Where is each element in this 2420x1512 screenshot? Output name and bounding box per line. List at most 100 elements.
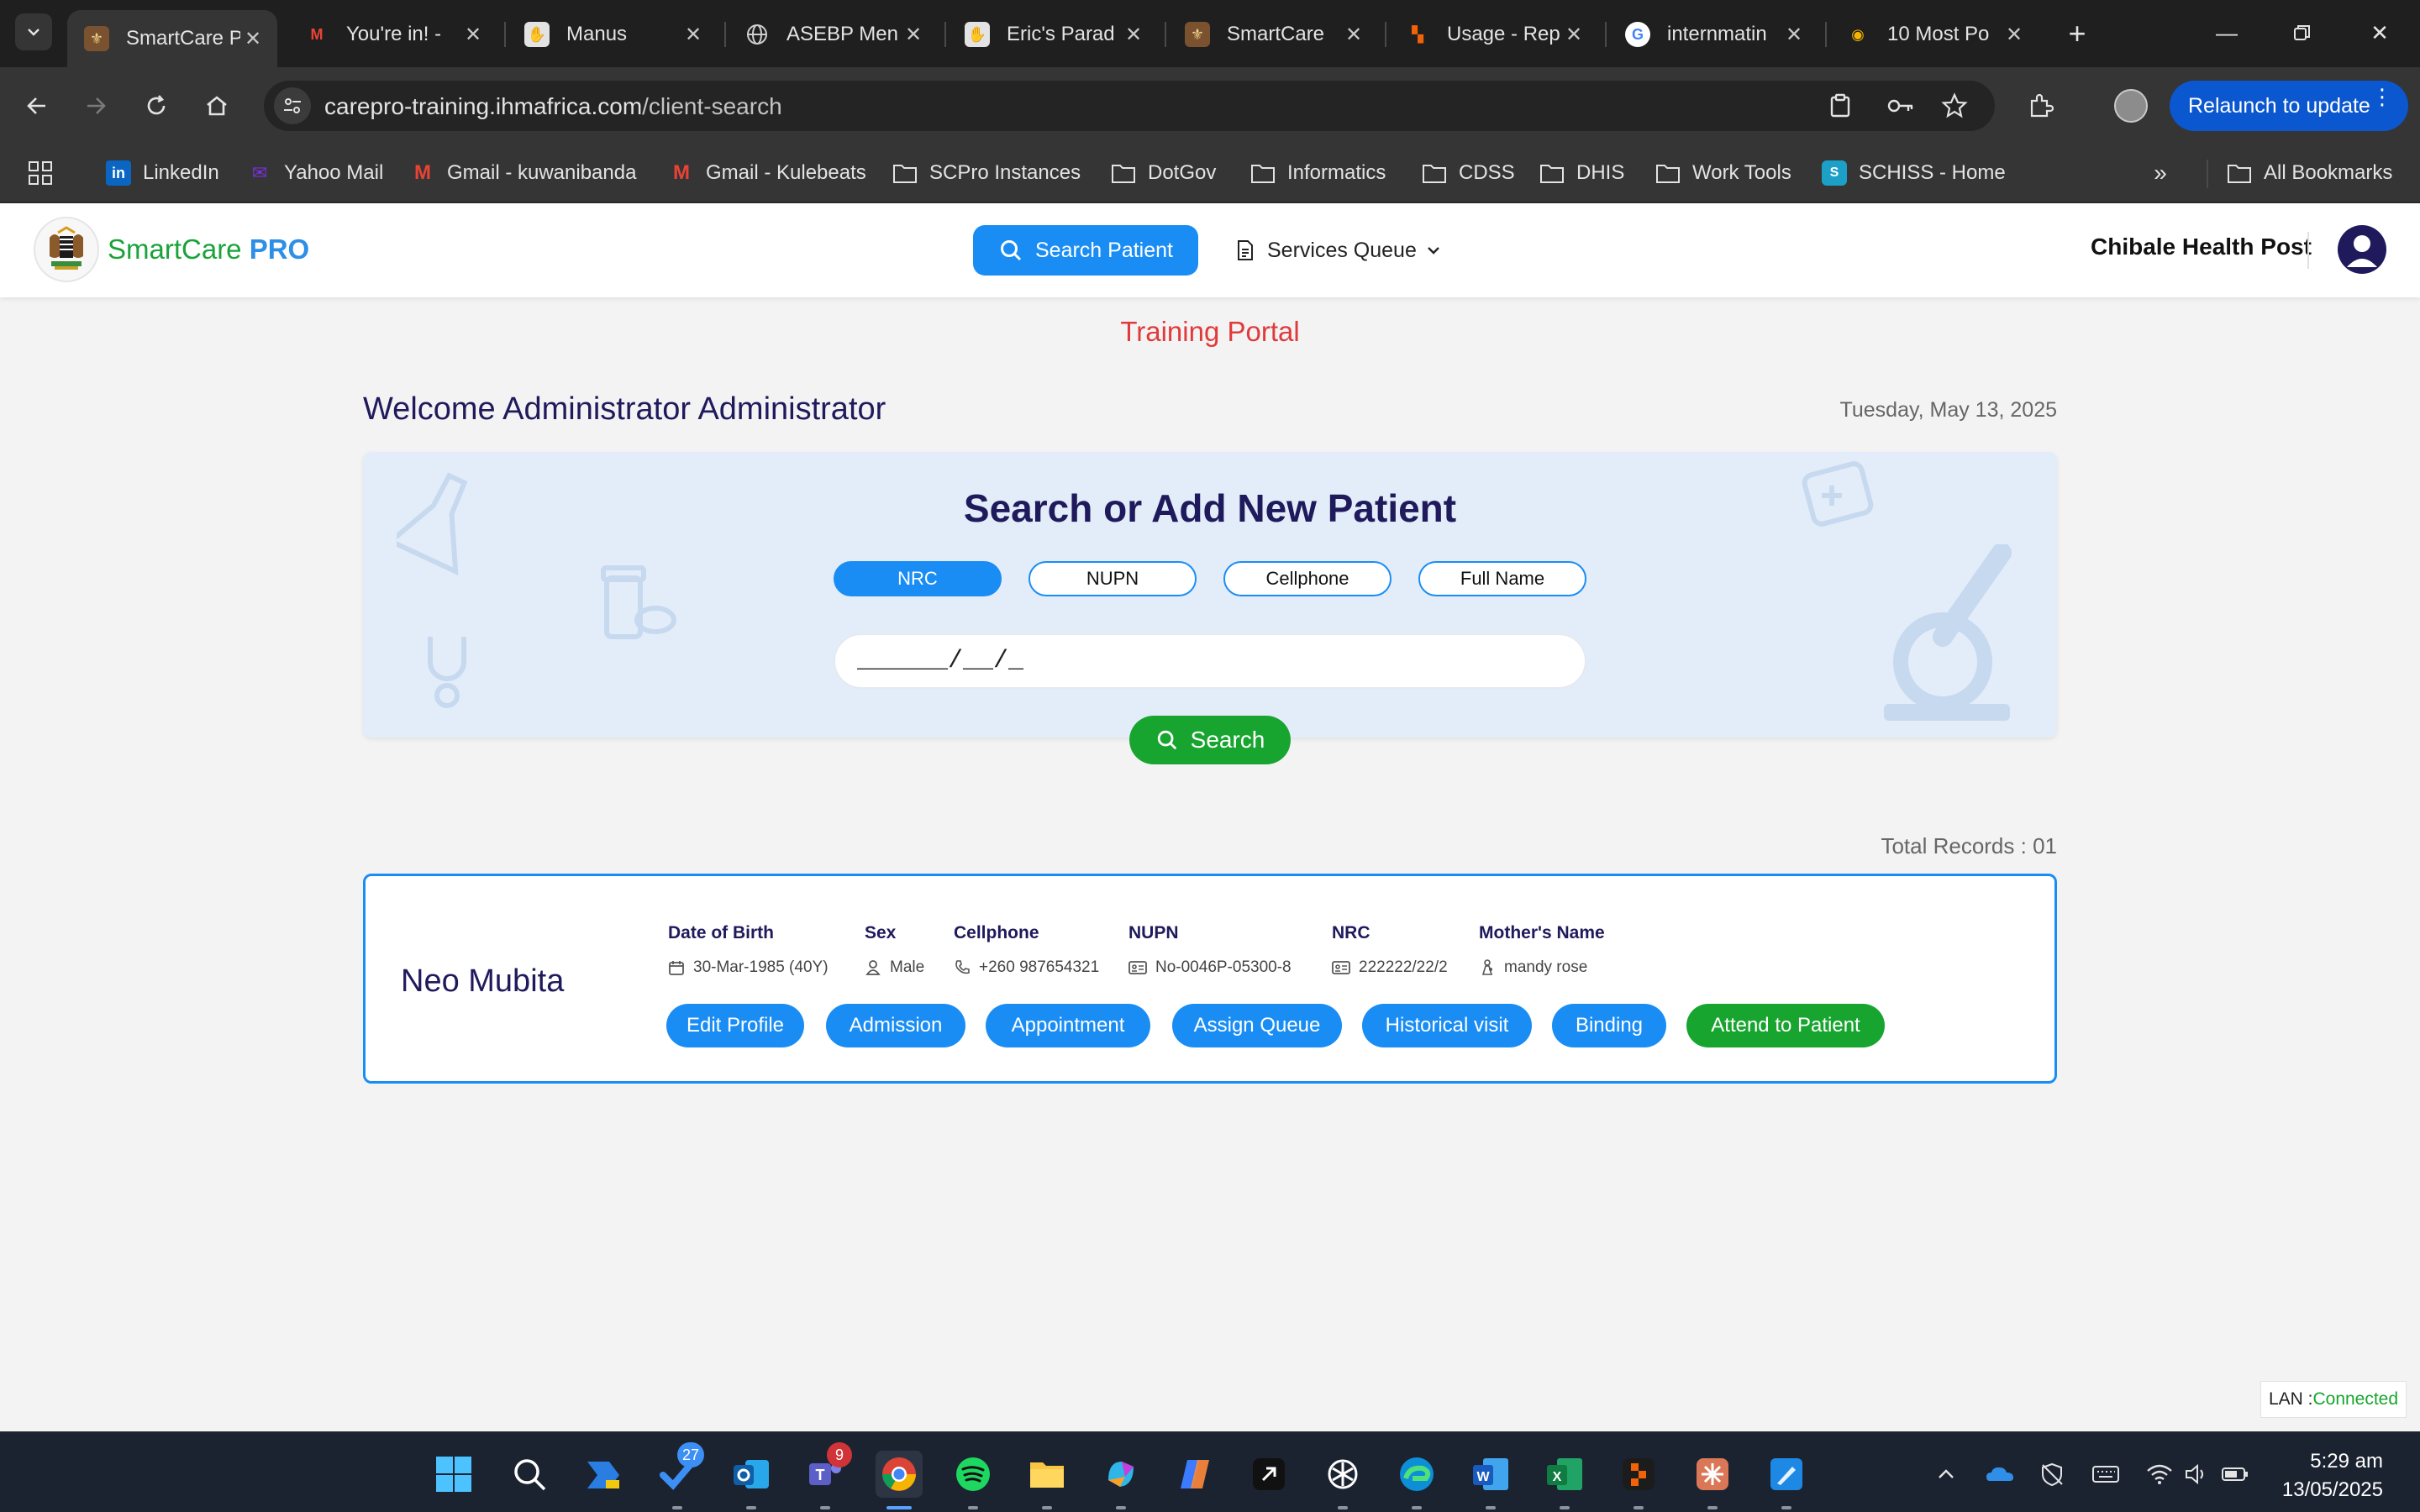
bookmark-yahoo-mail[interactable]: ✉ Yahoo Mail <box>247 156 384 190</box>
new-tab-button[interactable]: + <box>2060 16 2094 50</box>
user-avatar[interactable] <box>2338 225 2386 274</box>
tab-smartcare[interactable]: ⚜ SmartCare ✕ <box>1168 10 1378 59</box>
extensions-button[interactable] <box>2020 86 2060 126</box>
keyboard-icon[interactable] <box>2091 1459 2121 1489</box>
onedrive-icon[interactable] <box>1985 1459 2015 1489</box>
taskbar-file-explorer[interactable] <box>1023 1451 1071 1498</box>
profile-avatar-button[interactable] <box>2111 86 2151 126</box>
search-button[interactable]: Search <box>1129 716 1291 764</box>
bookmark-gmail-kulebeats[interactable]: M Gmail - Kulebeats <box>669 156 866 190</box>
pill-bottle-icon <box>601 565 676 639</box>
taskbar-m365[interactable] <box>1097 1451 1144 1498</box>
close-tab-icon[interactable]: ✕ <box>681 22 706 47</box>
site-info-icon[interactable] <box>274 87 311 124</box>
folder-icon <box>1111 160 1136 186</box>
tab-search-button[interactable] <box>15 13 52 50</box>
tab-erics-parad[interactable]: ✋ Eric's Parad ✕ <box>948 10 1158 59</box>
bookmark-gmail-kuwanibanda[interactable]: M Gmail - kuwanibanda <box>410 156 636 190</box>
minimize-button[interactable]: — <box>2202 13 2252 52</box>
zambia-coat-of-arms-logo[interactable] <box>34 217 99 282</box>
taskbar-word[interactable]: W <box>1467 1451 1514 1498</box>
taskbar-cursor-app[interactable] <box>1245 1451 1292 1498</box>
system-clock[interactable]: 5:29 am 13/05/2025 <box>2282 1447 2383 1504</box>
start-button[interactable] <box>430 1451 477 1498</box>
tab-google[interactable]: G internmatin ✕ <box>1608 10 1818 59</box>
taskbar-power-automate[interactable] <box>580 1451 627 1498</box>
taskbar-claude[interactable] <box>1689 1451 1736 1498</box>
wifi-icon[interactable] <box>2144 1459 2175 1489</box>
search-patient-nav-button[interactable]: Search Patient <box>973 225 1198 276</box>
security-shield-icon[interactable] <box>2037 1459 2067 1489</box>
close-tab-icon[interactable]: ✕ <box>1341 22 1366 47</box>
taskbar-search-button[interactable] <box>506 1451 553 1498</box>
taskbar-chrome[interactable] <box>876 1451 923 1498</box>
appointment-button[interactable]: Appointment <box>986 1004 1150 1047</box>
tab-usage-replit[interactable]: ▚ Usage - Rep ✕ <box>1388 10 1598 59</box>
nrc-search-input[interactable] <box>834 633 1586 689</box>
filter-cellphone-tab[interactable]: Cellphone <box>1223 561 1392 596</box>
attend-to-patient-button[interactable]: Attend to Patient <box>1686 1004 1885 1047</box>
close-window-button[interactable]: ✕ <box>2354 13 2405 52</box>
close-tab-icon[interactable]: ✕ <box>1561 22 1586 47</box>
close-tab-icon[interactable]: ✕ <box>1121 22 1146 47</box>
assign-queue-button[interactable]: Assign Queue <box>1172 1004 1342 1047</box>
bookmark-schiss-home[interactable]: S SCHISS - Home <box>1822 156 2006 190</box>
taskbar-copilot[interactable] <box>1171 1451 1218 1498</box>
filter-nrc-tab[interactable]: NRC <box>834 561 1002 596</box>
bookmark-star-icon[interactable] <box>1939 91 1970 121</box>
close-tab-icon[interactable]: ✕ <box>460 22 486 47</box>
home-button[interactable] <box>197 86 237 126</box>
total-records-count: Total Records : 01 <box>1881 833 2057 858</box>
close-tab-icon[interactable]: ✕ <box>1781 22 1807 47</box>
bookmark-work-tools[interactable]: Work Tools <box>1655 156 1791 190</box>
taskbar-chatgpt[interactable] <box>1319 1451 1366 1498</box>
address-bar[interactable]: carepro-training.ihmafrica.com/client-se… <box>264 81 1995 131</box>
bookmarks-bar: in LinkedIn ✉ Yahoo Mail M Gmail - kuwaniba… <box>0 144 2420 203</box>
show-hidden-icons-button[interactable] <box>1931 1459 1961 1489</box>
taskbar-excel[interactable]: X <box>1541 1451 1588 1498</box>
linkedin-icon: in <box>106 160 131 186</box>
historical-visit-button[interactable]: Historical visit <box>1362 1004 1532 1047</box>
bookmark-dotgov[interactable]: DotGov <box>1111 156 1216 190</box>
kebab-menu-icon[interactable]: ⋮ <box>2371 86 2393 108</box>
admission-button[interactable]: Admission <box>826 1004 965 1047</box>
tab-asebp[interactable]: ASEBP Men ✕ <box>728 10 938 59</box>
filter-nupn-tab[interactable]: NUPN <box>1028 561 1197 596</box>
bookmark-linkedin[interactable]: in LinkedIn <box>106 156 219 190</box>
bookmark-cdss[interactable]: CDSS <box>1422 156 1515 190</box>
volume-icon[interactable] <box>2181 1459 2212 1489</box>
battery-icon[interactable] <box>2220 1459 2250 1489</box>
bookmarks-overflow-button[interactable]: » <box>2148 156 2185 190</box>
reload-button[interactable] <box>136 86 176 126</box>
relaunch-to-update-button[interactable]: Relaunch to update ⋮ <box>2170 81 2408 131</box>
filter-full-name-tab[interactable]: Full Name <box>1418 561 1586 596</box>
taskbar-edge[interactable] <box>1393 1451 1440 1498</box>
close-tab-icon[interactable]: ✕ <box>901 22 926 47</box>
gmail-icon: M <box>414 161 431 184</box>
edit-profile-button[interactable]: Edit Profile <box>666 1004 804 1047</box>
taskbar-outlook[interactable] <box>728 1451 775 1498</box>
close-tab-icon[interactable]: ✕ <box>2002 22 2027 47</box>
tab-smartcare-active[interactable]: ⚜ SmartCare P ✕ <box>67 10 277 67</box>
back-button[interactable] <box>17 86 57 126</box>
bookmark-scpro-instances[interactable]: SCPro Instances <box>892 156 1081 190</box>
folder-icon <box>892 160 918 186</box>
clipboard-icon[interactable] <box>1825 91 1855 121</box>
taskbar-spotify[interactable] <box>950 1451 997 1498</box>
close-tab-icon[interactable]: ✕ <box>240 26 266 51</box>
taskbar-paint[interactable] <box>1763 1451 1810 1498</box>
bookmark-dhis[interactable]: DHIS <box>1539 156 1624 190</box>
tab-gmail[interactable]: M You're in! - ✕ <box>287 10 497 59</box>
restore-button[interactable] <box>2277 13 2328 52</box>
all-bookmarks-button[interactable]: All Bookmarks <box>2227 156 2392 190</box>
manus-icon: ✋ <box>524 22 550 47</box>
tab-10-most[interactable]: ◉ 10 Most Po ✕ <box>1828 10 2039 59</box>
bookmark-informatics[interactable]: Informatics <box>1250 156 1386 190</box>
password-key-icon[interactable] <box>1886 91 1916 121</box>
taskbar-replit[interactable] <box>1615 1451 1662 1498</box>
tab-manus[interactable]: ✋ Manus ✕ <box>508 10 718 59</box>
apps-grid-button[interactable] <box>27 156 54 190</box>
binding-button[interactable]: Binding <box>1552 1004 1666 1047</box>
forward-button[interactable] <box>76 86 116 126</box>
services-queue-dropdown[interactable]: Services Queue <box>1234 234 1452 267</box>
